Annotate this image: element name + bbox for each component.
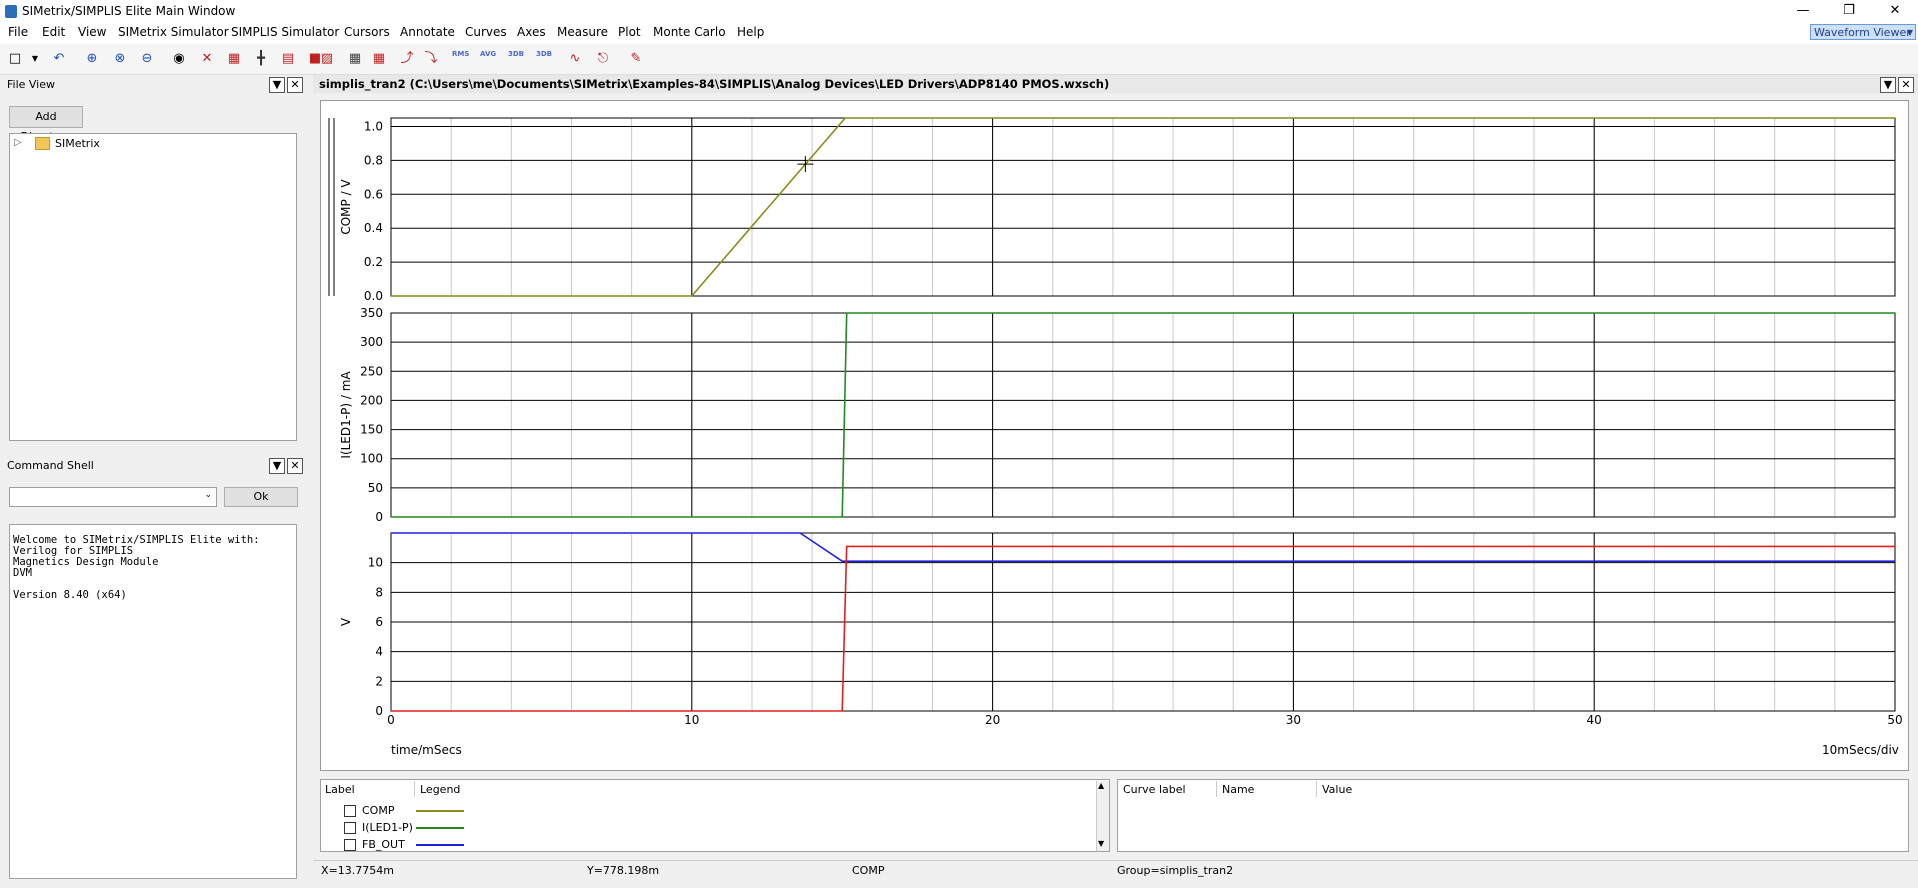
- y-tick-label: 350: [360, 306, 383, 320]
- y-tick-label: 300: [360, 335, 383, 349]
- panel-frame: [390, 117, 1896, 297]
- y-tick-label: 2: [375, 674, 383, 688]
- x-tick-label: 10: [684, 713, 699, 727]
- x-axis-label: time/mSecs: [391, 743, 462, 757]
- y-tick-label: 10: [368, 556, 383, 570]
- status-group: Group=simplis_tran2: [1117, 864, 1234, 877]
- y-tick-label: 1.0: [364, 119, 383, 133]
- x-tick-label: 0: [387, 713, 395, 727]
- status-y: Y=778.198m: [587, 864, 660, 877]
- curve-info-header-label: Curve label: [1123, 783, 1186, 796]
- y-tick-label: 0: [375, 510, 383, 524]
- scroll-down-icon[interactable]: ▼: [1098, 839, 1104, 848]
- legend-checkbox[interactable]: [344, 822, 356, 834]
- y-tick-label: 250: [360, 364, 383, 378]
- y-tick-label: 200: [360, 393, 383, 407]
- x-tick-label: 30: [1286, 713, 1301, 727]
- header-divider: [414, 781, 415, 797]
- legend-checkbox[interactable]: [344, 805, 356, 817]
- legend-label[interactable]: I(LED1-P): [362, 821, 413, 834]
- legend-header-legend: Legend: [420, 783, 461, 796]
- x-tick-label: 40: [1587, 713, 1602, 727]
- legend-label[interactable]: FB_OUT: [362, 838, 405, 851]
- y-tick-label: 100: [360, 452, 383, 466]
- series-line-comp: [391, 117, 1895, 297]
- legend-swatch: [416, 844, 464, 846]
- series-line-trace-1: [391, 545, 1895, 712]
- x-tick-label: 50: [1887, 713, 1902, 727]
- status-divider: [313, 860, 1918, 861]
- legend-swatch: [416, 810, 464, 812]
- curve-info-header-name: Name: [1222, 783, 1255, 796]
- panel-frame: [390, 312, 1896, 518]
- y-tick-label: 0.4: [364, 221, 383, 235]
- y-tick-label: 150: [360, 423, 383, 437]
- curve-info-header-value: Value: [1322, 783, 1353, 796]
- y-axis-label: I(LED1-P) / mA: [339, 371, 353, 459]
- status-curve: COMP: [852, 864, 885, 877]
- header-divider: [1216, 781, 1217, 797]
- y-tick-label: 8: [375, 585, 383, 599]
- legend-header-label: Label: [325, 783, 355, 796]
- chart-svg: 0.00.20.40.60.81.0COMP / V05010015020025…: [328, 117, 1903, 727]
- y-tick-label: 0.6: [364, 187, 383, 201]
- y-tick-label: 4: [375, 645, 383, 659]
- scroll-up-icon[interactable]: ▲: [1098, 781, 1104, 790]
- y-tick-label: 50: [368, 481, 383, 495]
- legend-swatch: [416, 827, 464, 829]
- x-tick-label: 20: [985, 713, 1000, 727]
- y-axis-label: V: [339, 617, 353, 626]
- series-line-i-led1-p-: [391, 312, 1895, 518]
- y-tick-label: 0: [375, 704, 383, 718]
- y-tick-label: 0.0: [364, 289, 383, 303]
- y-tick-label: 6: [375, 615, 383, 629]
- y-tick-label: 0.8: [364, 153, 383, 167]
- y-tick-label: 0.2: [364, 255, 383, 269]
- status-x: X=13.7754m: [321, 864, 394, 877]
- y-axis-label: COMP / V: [339, 179, 353, 235]
- legend-checkbox[interactable]: [344, 839, 356, 851]
- legend-label[interactable]: COMP: [362, 804, 394, 817]
- header-divider: [1316, 781, 1317, 797]
- x-scale-note: 10mSecs/div: [1822, 743, 1899, 757]
